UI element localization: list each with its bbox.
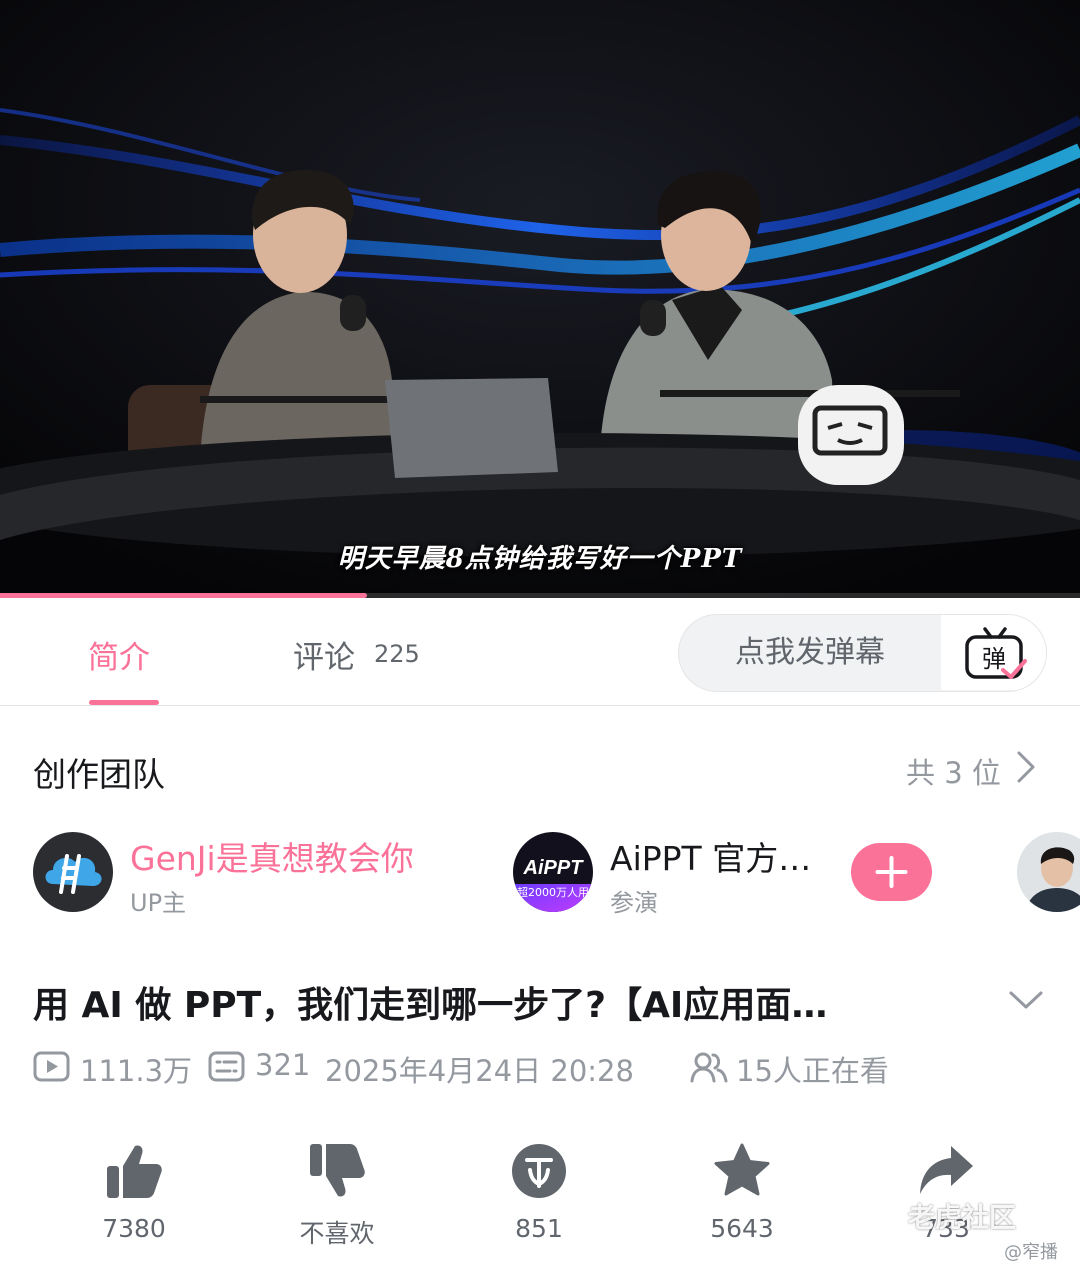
tab-bar: 简介 评论 225 点我发弹幕 弹 xyxy=(0,598,1080,706)
tab-intro[interactable]: 简介 xyxy=(88,632,150,677)
dislike-button[interactable]: 不喜欢 xyxy=(277,1142,397,1250)
thumbs-down-icon xyxy=(310,1144,365,1197)
creator-avatar-aippt[interactable]: AiPPT 超2000万人用 xyxy=(513,832,593,912)
plus-icon xyxy=(875,856,908,888)
watching-count: 15人正在看 xyxy=(736,1054,889,1088)
coin-count: 851 xyxy=(515,1214,563,1243)
aippt-logo-subtext: 超2000万人用 xyxy=(517,885,589,899)
watermark-subtext: @窄播 xyxy=(1004,1242,1058,1263)
creator-role: UP主 xyxy=(130,889,187,917)
video-frame xyxy=(0,0,1080,598)
video-title[interactable]: 用 AI 做 PPT，我们走到哪一步了?【AI应用面… xyxy=(33,976,827,1028)
chevron-down-icon[interactable] xyxy=(1008,988,1044,1012)
like-count: 7380 xyxy=(102,1214,166,1243)
danmaku-input-box[interactable]: 点我发弹幕 弹 xyxy=(678,614,1047,692)
tab-comments[interactable]: 评论 xyxy=(293,632,355,677)
dislike-label: 不喜欢 xyxy=(299,1219,375,1248)
aippt-logo-text: AiPPT xyxy=(523,857,585,879)
aippt-logo-icon: AiPPT 超2000万人用 xyxy=(513,857,593,912)
tab-active-indicator xyxy=(89,700,159,705)
creator-name[interactable]: GenJi是真想教会你 xyxy=(130,832,414,880)
creators-section-title: 创作团队 xyxy=(33,755,165,794)
like-button[interactable]: 7380 xyxy=(74,1142,194,1243)
star-icon xyxy=(714,1143,770,1196)
favorite-button[interactable]: 5643 xyxy=(682,1142,802,1243)
watching-people-icon xyxy=(690,1052,728,1083)
comments-count: 225 xyxy=(374,640,420,668)
publish-time: 2025年4月24日 20:28 xyxy=(325,1054,634,1088)
coin-icon xyxy=(512,1144,566,1198)
coin-button[interactable]: 851 xyxy=(479,1142,599,1243)
danmaku-input[interactable]: 点我发弹幕 xyxy=(679,615,941,690)
favorite-count: 5643 xyxy=(710,1214,774,1243)
danmaku-count: 321 xyxy=(255,1048,311,1082)
video-player[interactable]: 明天早晨8点钟给我写好一个PPT xyxy=(0,0,1080,598)
creator-avatar-3[interactable] xyxy=(1017,832,1080,912)
creator-avatar-genji[interactable] xyxy=(33,832,113,912)
video-subtitle: 明天早晨8点钟给我写好一个PPT xyxy=(337,544,743,574)
danmaku-count-icon xyxy=(208,1051,245,1082)
play-count-icon xyxy=(33,1051,70,1082)
creators-count[interactable]: 共 3 位 xyxy=(906,750,1001,792)
share-arrow-icon xyxy=(920,1146,973,1194)
cloud-ladder-logo-icon xyxy=(45,854,102,894)
thumbs-up-icon xyxy=(107,1145,162,1198)
creator-role: 参演 xyxy=(610,889,658,917)
creator-name[interactable]: AiPPT 官方… xyxy=(610,832,811,880)
watermark-text: 老虎社区 xyxy=(908,1203,1016,1234)
danmaku-settings-button[interactable]: 弹 xyxy=(941,615,1046,690)
danmaku-icon: 弹 xyxy=(965,627,1027,679)
person-avatar-icon xyxy=(1017,832,1080,912)
view-count: 111.3万 xyxy=(80,1054,193,1088)
chevron-right-icon[interactable] xyxy=(1014,750,1038,784)
follow-button[interactable] xyxy=(851,843,932,901)
